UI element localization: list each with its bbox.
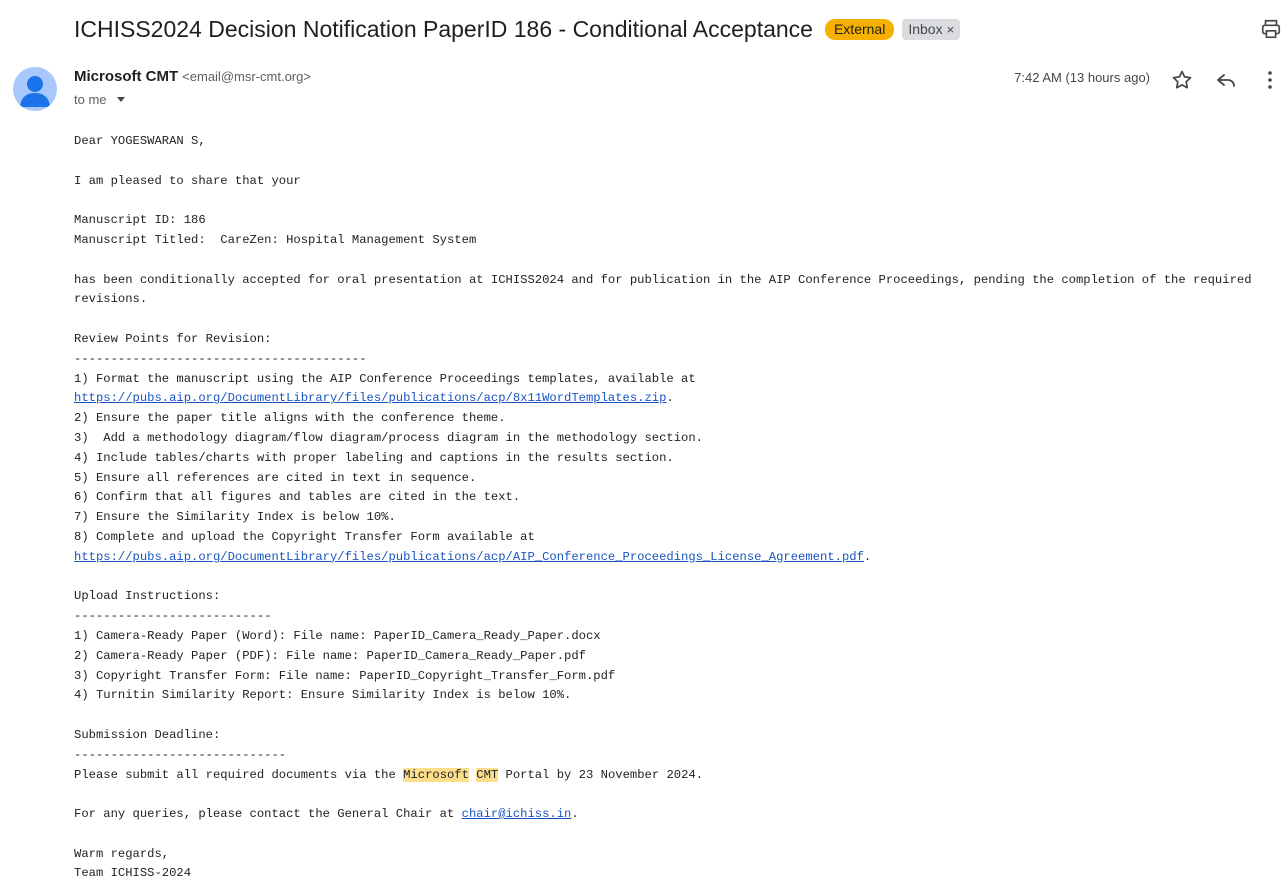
review-point-4: 4) Include tables/charts with proper lab… xyxy=(74,450,674,465)
message-timestamp: 7:42 AM (13 hours ago) xyxy=(1014,70,1150,85)
upload-item-1: 1) Camera-Ready Paper (Word): File name:… xyxy=(74,628,601,643)
contact-line: For any queries, please contact the Gene… xyxy=(74,805,1274,825)
manuscript-id: Manuscript ID: 186 xyxy=(74,213,206,228)
review-point-7: 7) Ensure the Similarity Index is below … xyxy=(74,510,396,525)
review-point-2: 2) Ensure the paper title aligns with th… xyxy=(74,411,506,426)
manuscript-title: Manuscript Titled: CareZen: Hospital Man… xyxy=(74,232,477,247)
sender-name[interactable]: Microsoft CMT xyxy=(74,68,178,85)
upload-item-2: 2) Camera-Ready Paper (PDF): File name: … xyxy=(74,648,586,663)
deadline-line: Please submit all required documents via… xyxy=(74,766,1274,786)
sender-email: <email@msr-cmt.org> xyxy=(182,69,311,84)
review-divider: ---------------------------------------- xyxy=(74,351,367,366)
copyright-form-link[interactable]: https://pubs.aip.org/DocumentLibrary/fil… xyxy=(74,550,864,564)
sender-avatar[interactable] xyxy=(13,67,57,111)
review-point-8: 8) Complete and upload the Copyright Tra… xyxy=(74,528,1274,568)
person-avatar-icon xyxy=(20,76,50,107)
review-point-1-end: . xyxy=(666,391,674,406)
template-link[interactable]: https://pubs.aip.org/DocumentLibrary/fil… xyxy=(74,391,666,405)
intro-line: I am pleased to share that your xyxy=(74,173,301,188)
email-body: Dear YOGESWARAN S, I am pleased to share… xyxy=(74,132,1274,884)
review-point-5: 5) Ensure all references are cited in te… xyxy=(74,470,477,485)
review-point-1: 1) Format the manuscript using the AIP C… xyxy=(74,370,1274,410)
chevron-down-icon[interactable] xyxy=(116,97,125,102)
inbox-label-text: Inbox xyxy=(908,20,943,37)
upload-item-4: 4) Turnitin Similarity Report: Ensure Si… xyxy=(74,688,572,703)
review-point-8-text: 8) Complete and upload the Copyright Tra… xyxy=(74,529,543,544)
inbox-label[interactable]: Inbox × xyxy=(902,18,961,40)
remove-label-icon[interactable]: × xyxy=(947,21,955,38)
review-point-8-end: . xyxy=(863,549,872,564)
team-signature: Team ICHISS-2024 xyxy=(74,866,192,881)
search-highlight-cmt: CMT xyxy=(476,767,499,782)
contact-end: . xyxy=(571,807,579,822)
contact-pre: For any queries, please contact the Gene… xyxy=(74,807,462,822)
deadline-post: Portal by 23 November 2024. xyxy=(498,767,704,782)
subject-row: ICHISS2024 Decision Notification PaperID… xyxy=(74,12,1286,46)
deadline-pre: Please submit all required documents via… xyxy=(74,767,404,782)
upload-heading: Upload Instructions: xyxy=(74,589,221,604)
recipient-row: to me xyxy=(74,92,125,107)
star-outline-icon[interactable] xyxy=(1170,68,1194,92)
greeting: Dear YOGESWARAN S, xyxy=(74,134,206,148)
review-point-1-text: 1) Format the manuscript using the AIP C… xyxy=(74,371,703,386)
search-highlight-microsoft: Microsoft xyxy=(403,767,469,782)
chair-email-link[interactable]: chair@ichiss.in xyxy=(462,807,572,821)
review-point-6: 6) Confirm that all figures and tables a… xyxy=(74,490,521,505)
email-subject: ICHISS2024 Decision Notification PaperID… xyxy=(74,15,813,42)
recipient-text: to me xyxy=(74,92,107,107)
signoff: Warm regards, xyxy=(74,846,170,861)
review-point-3: 3) Add a methodology diagram/flow diagra… xyxy=(74,430,703,445)
deadline-heading: Submission Deadline: xyxy=(74,727,221,742)
reply-icon[interactable] xyxy=(1214,68,1238,92)
acceptance-paragraph: has been conditionally accepted for oral… xyxy=(74,272,1259,307)
sender-row: Microsoft CMT <email@msr-cmt.org> xyxy=(74,68,311,85)
printer-icon[interactable] xyxy=(1260,18,1282,40)
external-label: External xyxy=(824,18,895,40)
upload-item-3: 3) Copyright Transfer Form: File name: P… xyxy=(74,668,616,683)
review-heading: Review Points for Revision: xyxy=(74,331,272,346)
more-vert-icon[interactable] xyxy=(1258,68,1282,92)
deadline-divider: ----------------------------- xyxy=(74,747,287,762)
upload-divider: --------------------------- xyxy=(74,609,272,624)
